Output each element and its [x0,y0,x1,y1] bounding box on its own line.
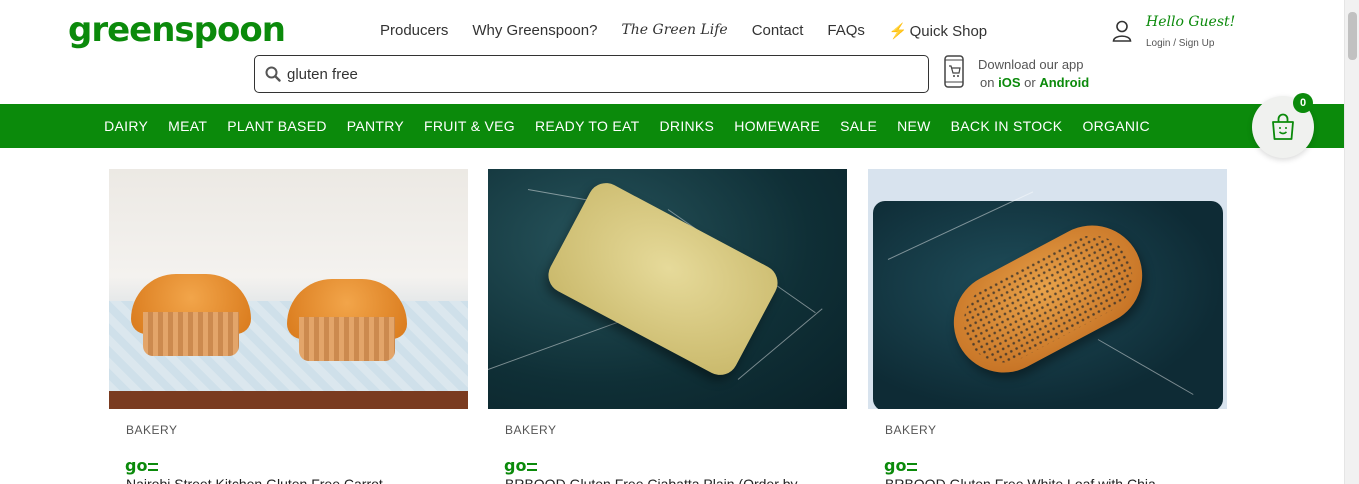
go-badge-text: go [504,456,527,475]
product-card[interactable]: BAKERY go BRBOOD Gluten Free Ciabatta Pl… [488,169,847,484]
category-back-in-stock[interactable]: BACK IN STOCK [951,118,1063,134]
category-drinks[interactable]: DRINKS [660,118,715,134]
greeting: Hello Guest! [1146,14,1236,30]
ciabatta-shape [542,176,784,382]
product-category: BAKERY [126,423,178,437]
category-homeware[interactable]: HOMEWARE [734,118,820,134]
shopping-bag-icon [1272,113,1294,140]
ios-link[interactable]: iOS [998,75,1020,90]
product-image[interactable] [868,169,1227,409]
product-card[interactable]: BAKERY go Nairobi Street Kitchen Gluten … [109,169,468,484]
top-nav: Producers Why Greenspoon? The Green Life… [380,22,987,40]
category-dairy[interactable]: DAIRY [104,118,148,134]
app-download-title: Download our app [978,57,1084,72]
product-image[interactable] [488,169,847,409]
product-category: BAKERY [885,423,937,437]
site-logo[interactable]: greenspoon [68,10,286,50]
muffin-shape [287,279,407,361]
category-pantry[interactable]: PANTRY [347,118,404,134]
login-signup-link[interactable]: Login / Sign Up [1146,38,1214,49]
go-badge-icon: go [125,456,159,475]
nav-the-green-life[interactable]: The Green Life [621,22,727,40]
search-input[interactable] [287,65,887,83]
nav-faqs[interactable]: FAQs [827,22,865,40]
category-new[interactable]: NEW [897,118,931,134]
category-ready-to-eat[interactable]: READY TO EAT [535,118,640,134]
go-badge-text: go [125,456,148,475]
product-category: BAKERY [505,423,557,437]
page-scrollbar[interactable] [1344,0,1359,484]
nav-producers[interactable]: Producers [380,22,448,40]
product-image-board [109,391,468,409]
go-badge-icon: go [884,456,918,475]
product-card[interactable]: BAKERY go BRBOOD Gluten Free White Loaf … [868,169,1227,484]
go-badge-icon: go [504,456,538,475]
app-or-text: or [1024,75,1036,90]
phone-app-icon [944,55,964,88]
android-link[interactable]: Android [1039,75,1089,90]
go-badge-text: go [884,456,907,475]
search-box[interactable] [254,55,929,93]
search-icon [265,66,281,82]
category-organic[interactable]: ORGANIC [1082,118,1149,134]
nav-why-greenspoon[interactable]: Why Greenspoon? [472,22,597,40]
category-fruit-veg[interactable]: FRUIT & VEG [424,118,515,134]
product-name[interactable]: Nairobi Street Kitchen Gluten Free Carro… [126,476,383,484]
app-on-text: on [980,75,995,90]
app-download: Download our app on iOS or Android [978,56,1089,92]
nav-quick-shop[interactable]: ⚡ Quick Shop [889,22,987,40]
app-download-links: on iOS or Android [978,74,1089,92]
category-plant-based[interactable]: PLANT BASED [227,118,327,134]
product-name[interactable]: BRBOOD Gluten Free Ciabatta Plain (Order… [505,476,798,484]
muffin-shape [131,274,251,356]
category-nav: DAIRY MEAT PLANT BASED PANTRY FRUIT & VE… [0,104,1344,148]
category-sale[interactable]: SALE [840,118,877,134]
product-name[interactable]: BRBOOD Gluten Free White Loaf with Chia [885,476,1156,484]
cart-count-badge: 0 [1293,93,1313,113]
scrollbar-thumb[interactable] [1348,12,1357,60]
lightning-icon: ⚡ [888,23,908,40]
nav-quick-shop-label: Quick Shop [909,23,988,40]
category-meat[interactable]: MEAT [168,118,207,134]
product-image[interactable] [109,169,468,409]
nav-contact[interactable]: Contact [752,22,804,40]
user-icon[interactable] [1112,20,1132,42]
